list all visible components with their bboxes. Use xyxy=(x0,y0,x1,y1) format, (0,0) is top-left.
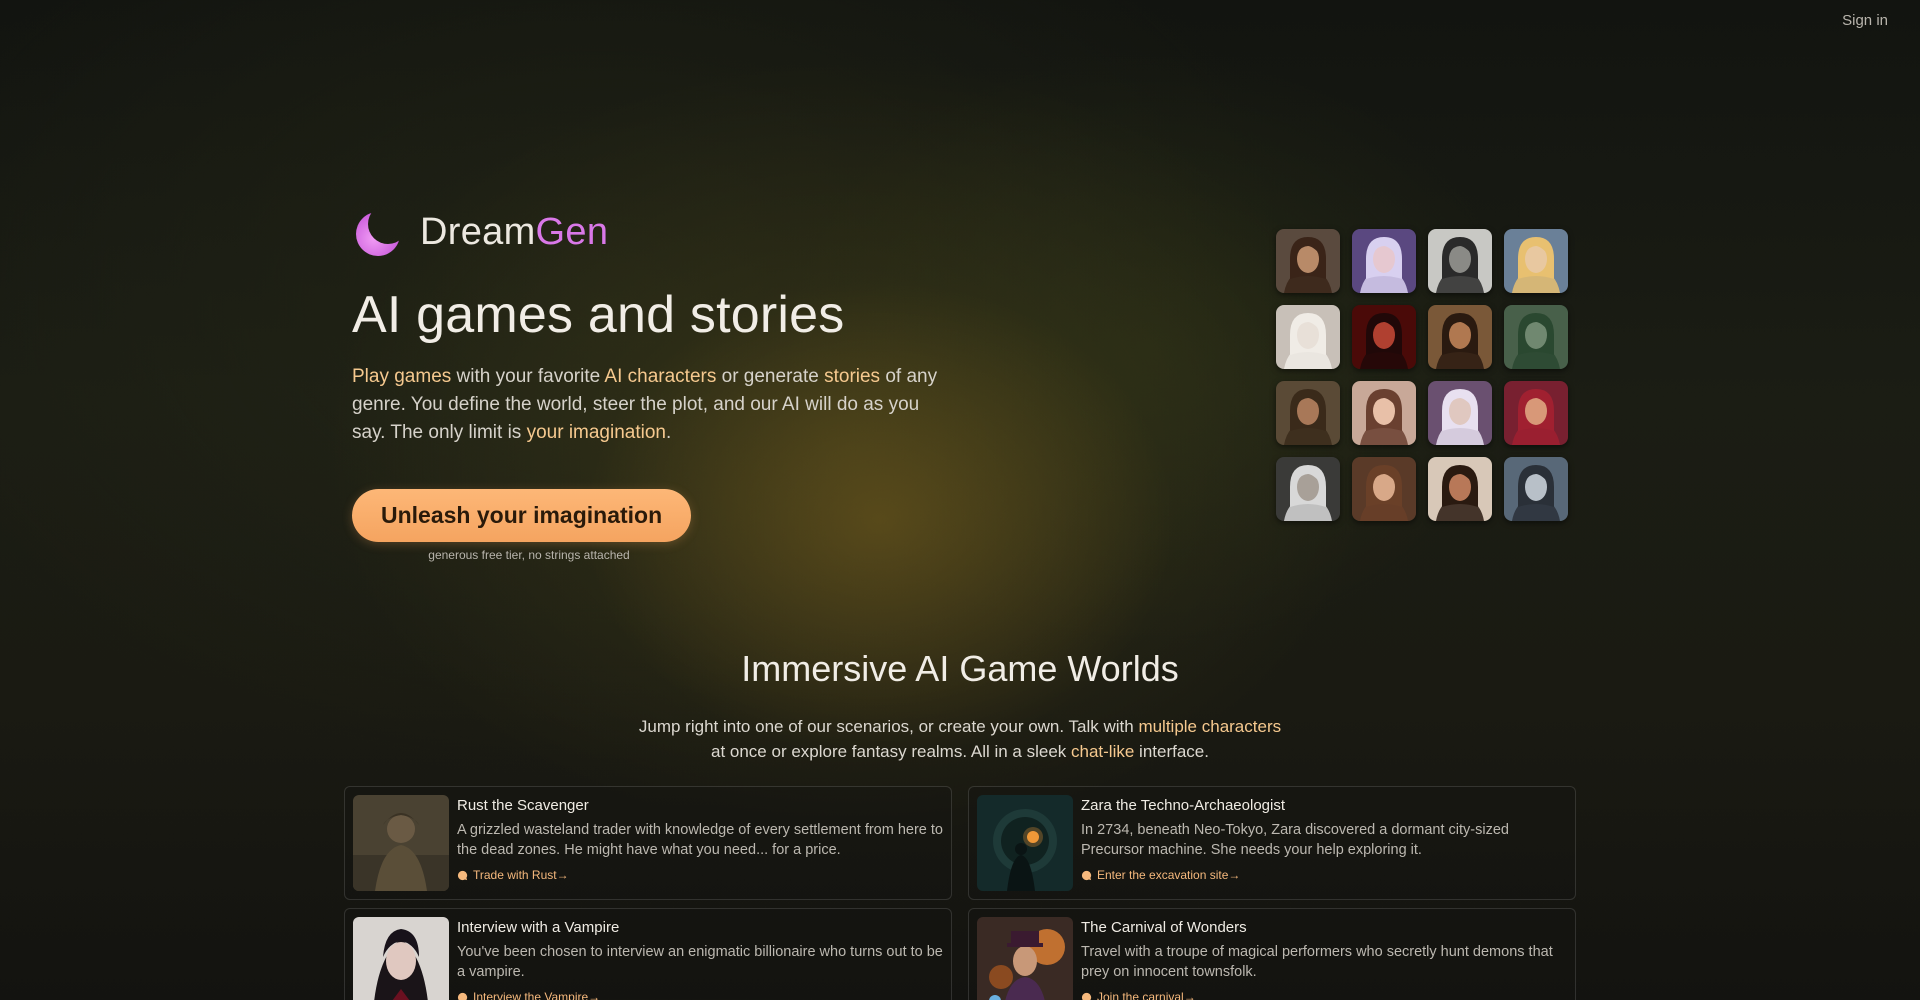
card-description: A grizzled wasteland trader with knowled… xyxy=(457,822,943,858)
hero-desc-highlight-4: your imagination xyxy=(526,422,666,443)
card-title: Interview with a Vampire xyxy=(457,919,620,936)
portrait-image xyxy=(1276,457,1340,521)
avatar-3[interactable] xyxy=(1428,229,1492,293)
portrait-image xyxy=(1276,229,1340,293)
section-desc-text-2: at once or explore fantasy realms. All i… xyxy=(711,742,1072,761)
chat-bubble-icon xyxy=(1081,870,1092,880)
carnival-thumbnail xyxy=(977,917,1073,1000)
section-desc-highlight-2: chat-like xyxy=(1071,742,1135,761)
avatar-6[interactable] xyxy=(1352,305,1416,369)
card-link-label: Trade with Rust→ xyxy=(473,868,569,882)
portrait-image xyxy=(1352,457,1416,521)
card-link-label: Enter the excavation site→ xyxy=(1097,868,1241,882)
card-title: The Carnival of Wonders xyxy=(1081,919,1247,936)
section-description: Jump right into one of our scenarios, or… xyxy=(0,714,1920,764)
card-description: In 2734, beneath Neo-Tokyo, Zara discove… xyxy=(1081,822,1509,858)
avatar-2[interactable] xyxy=(1352,229,1416,293)
card-description: You've been chosen to interview an enigm… xyxy=(457,944,943,980)
chat-bubble-icon xyxy=(457,992,468,1000)
portrait-image xyxy=(1504,381,1568,445)
zara-thumbnail xyxy=(977,795,1073,891)
brand[interactable]: DreamGen xyxy=(352,205,952,259)
hero-desc-text-2: or generate xyxy=(716,366,825,387)
cta-note: generous free tier, no strings attached xyxy=(428,548,630,562)
portrait-image xyxy=(1352,305,1416,369)
avatar-12[interactable] xyxy=(1504,381,1568,445)
hero-desc-text-1: with your favorite xyxy=(451,366,605,387)
scenario-card-vampire[interactable]: Interview with a Vampire You've been cho… xyxy=(344,908,952,1000)
hero-desc-highlight-3: stories xyxy=(824,366,881,387)
avatar-8[interactable] xyxy=(1504,305,1568,369)
hero-desc-text-4: . xyxy=(666,422,672,443)
portrait-image xyxy=(1428,229,1492,293)
hero-desc-highlight-2: AI characters xyxy=(604,366,717,387)
hero-desc-highlight-1: Play games xyxy=(352,366,452,387)
brand-name-part1: Dream xyxy=(420,210,536,253)
portrait-image xyxy=(1504,229,1568,293)
card-link[interactable]: Join the carnival→ xyxy=(1081,990,1567,1000)
portrait-image xyxy=(1276,305,1340,369)
portrait-image xyxy=(1352,381,1416,445)
card-link[interactable]: Enter the excavation site→ xyxy=(1081,868,1567,882)
avatar-4[interactable] xyxy=(1504,229,1568,293)
scenario-card-rust[interactable]: Rust the Scavenger A grizzled wasteland … xyxy=(344,786,952,900)
portrait-image xyxy=(1428,305,1492,369)
brand-name-part2: Gen xyxy=(535,210,609,253)
scenario-card-zara[interactable]: Zara the Techno-Archaeologist In 2734, b… xyxy=(968,786,1576,900)
avatar-11[interactable] xyxy=(1428,381,1492,445)
section-title: Immersive AI Game Worlds xyxy=(741,648,1179,689)
section-desc-text-3: interface. xyxy=(1134,742,1209,761)
sign-in-link[interactable]: Sign in xyxy=(1842,12,1888,29)
portrait-image xyxy=(1428,457,1492,521)
portrait-image xyxy=(1352,229,1416,293)
avatar-5[interactable] xyxy=(1276,305,1340,369)
avatar-7[interactable] xyxy=(1428,305,1492,369)
unleash-imagination-button[interactable]: Unleash your imagination xyxy=(352,489,692,542)
avatar-1[interactable] xyxy=(1276,229,1340,293)
chat-bubble-icon xyxy=(1081,992,1092,1000)
portrait-image xyxy=(1504,305,1568,369)
avatar-10[interactable] xyxy=(1352,381,1416,445)
section-desc-highlight-1: multiple characters xyxy=(1138,717,1282,736)
chat-bubble-icon xyxy=(457,870,468,880)
rust-thumbnail xyxy=(353,795,449,891)
brand-name: DreamGen xyxy=(420,211,608,254)
scenario-card-carnival[interactable]: The Carnival of Wonders Travel with a tr… xyxy=(968,908,1576,1000)
hero: DreamGen AI games and stories Play games… xyxy=(352,205,952,562)
avatar-14[interactable] xyxy=(1352,457,1416,521)
vampire-thumbnail xyxy=(353,917,449,1000)
card-description: Travel with a troupe of magical performe… xyxy=(1081,944,1553,980)
moon-logo-icon xyxy=(356,212,400,256)
avatar-9[interactable] xyxy=(1276,381,1340,445)
card-link-label: Join the carnival→ xyxy=(1097,990,1196,1000)
avatar-16[interactable] xyxy=(1504,457,1568,521)
portrait-image xyxy=(1504,457,1568,521)
card-title: Rust the Scavenger xyxy=(457,797,589,814)
avatar-15[interactable] xyxy=(1428,457,1492,521)
scenario-cards: Rust the Scavenger A grizzled wasteland … xyxy=(344,786,1576,1000)
card-link-label: Interview the Vampire→ xyxy=(473,990,601,1000)
portrait-image xyxy=(1276,381,1340,445)
section-desc-text-1: Jump right into one of our scenarios, or… xyxy=(638,717,1139,736)
avatar-13[interactable] xyxy=(1276,457,1340,521)
card-title: Zara the Techno-Archaeologist xyxy=(1081,797,1286,814)
portrait-image xyxy=(1428,381,1492,445)
card-link[interactable]: Interview the Vampire→ xyxy=(457,990,943,1000)
card-link[interactable]: Trade with Rust→ xyxy=(457,868,943,882)
hero-title: AI games and stories xyxy=(352,286,845,344)
character-avatar-grid xyxy=(1276,229,1568,521)
hero-description: Play games with your favorite AI charact… xyxy=(352,363,942,447)
